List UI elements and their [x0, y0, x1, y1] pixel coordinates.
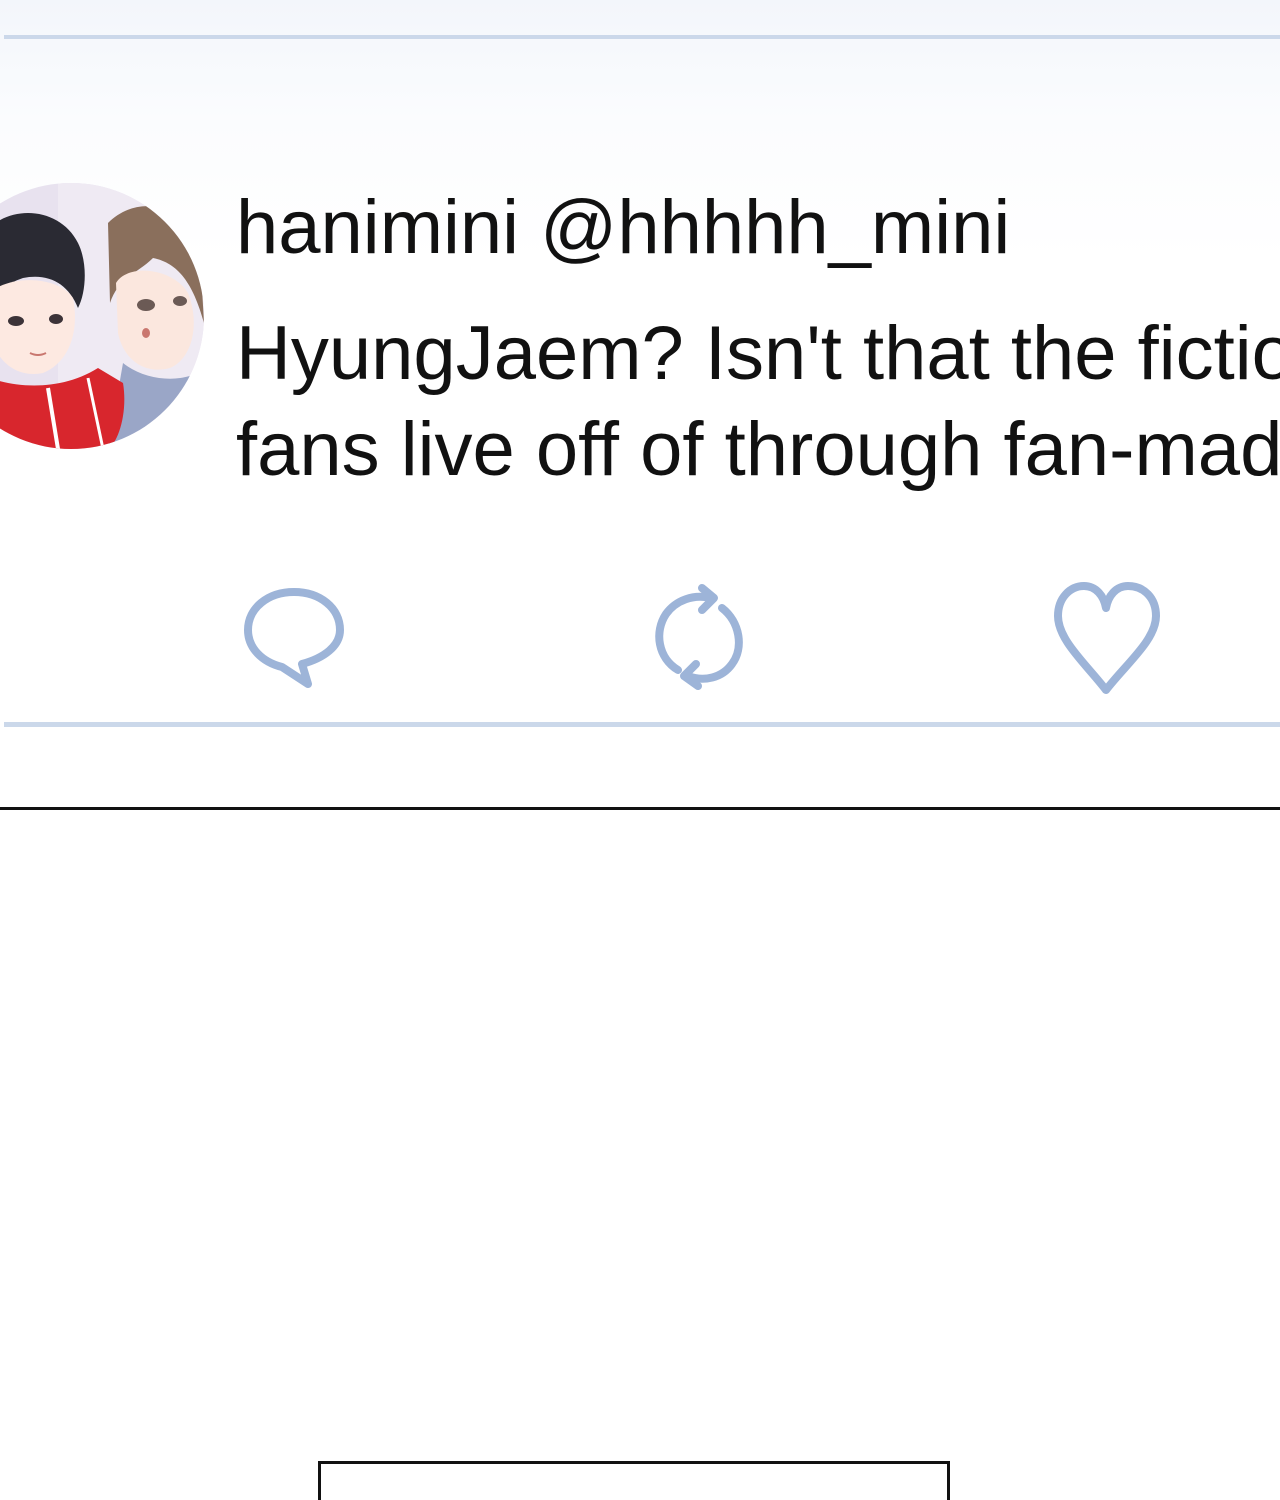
next-panel-frame: [318, 1461, 950, 1500]
retweet-arrows-icon: [655, 584, 743, 690]
heart-icon: [1054, 582, 1160, 694]
panel-border-line: [0, 807, 1280, 810]
display-name[interactable]: hanimini: [236, 185, 519, 270]
speech-bubble-icon: [244, 588, 344, 688]
avatar[interactable]: [0, 183, 204, 449]
reply-button[interactable]: [236, 578, 356, 702]
tweet-text-line: HyungJaem? Isn't that the fictio: [236, 311, 1280, 396]
bottom-divider: [4, 722, 1280, 727]
like-button[interactable]: [1046, 578, 1166, 702]
tweet-text: HyungJaem? Isn't that the fictio fans li…: [236, 306, 1280, 498]
top-divider: [4, 35, 1280, 39]
tweet-text-line: fans live off of through fan-mad: [236, 407, 1280, 492]
tweet-panel: hanimini @hhhhh_mini HyungJaem? Isn't th…: [0, 0, 1280, 810]
user-handle[interactable]: @hhhhh_mini: [540, 185, 1010, 270]
retweet-button[interactable]: [640, 578, 760, 702]
tweet-header: hanimini @hhhhh_mini: [236, 180, 1010, 276]
avatar-illustration: [0, 183, 204, 449]
